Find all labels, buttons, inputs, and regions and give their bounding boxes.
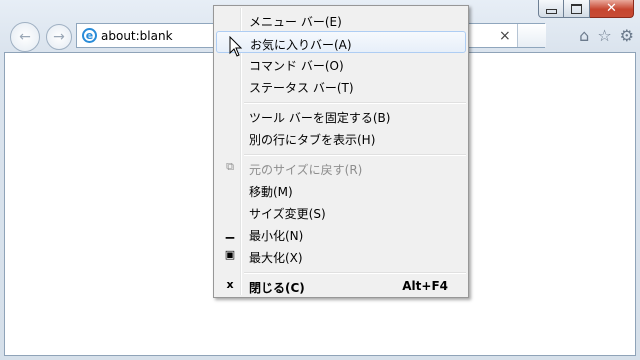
minimize-icon: [545, 9, 557, 14]
menu-separator: [244, 154, 466, 156]
menu-item-move[interactable]: 移動(M): [216, 179, 466, 201]
maximize-icon: [571, 3, 582, 14]
menu-item-label: メニュー バー(E): [249, 15, 342, 29]
menu-item-label: 最小化(N): [249, 229, 304, 243]
menu-item-label: コマンド バー(O): [249, 59, 344, 73]
menu-item-label: お気に入りバー(A): [250, 38, 352, 52]
menu-item-accelerator: Alt+F4: [402, 279, 448, 293]
home-icon[interactable]: ⌂: [579, 26, 589, 45]
menu-separator: [244, 272, 466, 274]
menu-item-minimize[interactable]: ▁ 最小化(N): [216, 223, 466, 245]
menu-item-restore: ⧉ 元のサイズに戻す(R): [216, 157, 466, 179]
menu-item-command-bar[interactable]: コマンド バー(O): [216, 53, 466, 75]
minimize-button[interactable]: [538, 0, 564, 18]
clear-icon[interactable]: ×: [499, 28, 511, 44]
close-button[interactable]: ✕: [590, 0, 634, 18]
menu-item-label: 最大化(X): [249, 251, 303, 265]
maximize-button[interactable]: [564, 0, 590, 18]
menu-item-resize[interactable]: サイズ変更(S): [216, 201, 466, 223]
address-go-area[interactable]: [517, 24, 546, 47]
close-icon: ✕: [606, 1, 617, 16]
caption-buttons: ✕: [538, 0, 634, 18]
minimize-icon: ▁: [225, 226, 235, 239]
menu-item-status-bar[interactable]: ステータス バー(T): [216, 75, 466, 97]
menu-item-favorites-bar[interactable]: お気に入りバー(A): [216, 31, 466, 53]
favorites-icon[interactable]: ☆: [597, 26, 611, 45]
menu-item-menu-bar[interactable]: メニュー バー(E): [216, 9, 466, 31]
settings-icon[interactable]: ⚙: [620, 26, 634, 45]
forward-icon: →: [53, 29, 65, 45]
menu-item-label: 移動(M): [249, 185, 293, 199]
back-button[interactable]: ←: [10, 22, 40, 52]
forward-button[interactable]: →: [46, 24, 72, 50]
context-menu: メニュー バー(E) お気に入りバー(A) コマンド バー(O) ステータス バ…: [213, 5, 469, 298]
cursor-icon: [229, 36, 243, 57]
menu-item-label: サイズ変更(S): [249, 207, 326, 221]
menu-separator: [244, 102, 466, 104]
address-text: about:blank: [101, 29, 173, 43]
ie-icon: e: [82, 28, 97, 43]
menu-item-label: 元のサイズに戻す(R): [249, 163, 363, 177]
back-icon: ←: [19, 29, 31, 45]
menu-item-close[interactable]: x 閉じる(C) Alt+F4: [216, 275, 466, 297]
restore-icon: ⧉: [226, 160, 234, 173]
menu-item-label: ツール バーを固定する(B): [249, 111, 391, 125]
maximize-icon: ▣: [224, 248, 236, 261]
menu-item-lock-toolbars[interactable]: ツール バーを固定する(B): [216, 105, 466, 127]
menu-item-maximize[interactable]: ▣ 最大化(X): [216, 245, 466, 267]
menu-item-tabs-separate-row[interactable]: 別の行にタブを表示(H): [216, 127, 466, 149]
close-icon: x: [226, 278, 234, 291]
menu-item-label: ステータス バー(T): [249, 81, 354, 95]
menu-item-label: 閉じる(C): [249, 281, 305, 295]
toolbar-icons: ⌂ ☆ ⚙: [579, 26, 634, 45]
menu-item-label: 別の行にタブを表示(H): [249, 133, 376, 147]
